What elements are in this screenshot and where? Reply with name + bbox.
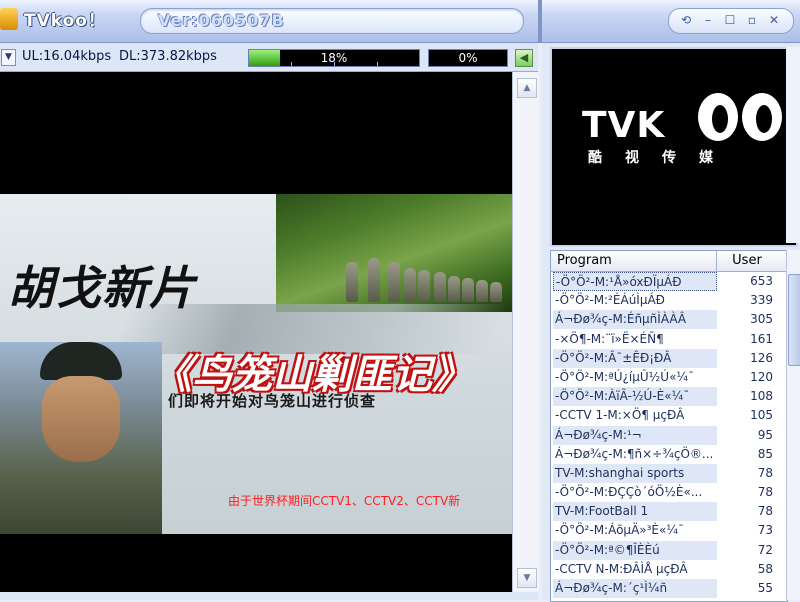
scroll-down-icon[interactable]: ▼ (517, 568, 537, 588)
channel-user-count: 78 (757, 504, 773, 519)
channel-program: -×Ö¶-M:¨ï»Ë×ÉÑ¶ (553, 329, 717, 349)
actor-image (0, 342, 162, 534)
video-scrollbar[interactable]: ▲ ▼ (512, 72, 539, 592)
channel-program: -Ö°Ö²-M:¹Å»óxÐÏµÁÐ (553, 272, 717, 291)
channel-program: TV-M:FootBall 1 (553, 502, 717, 522)
tvkoo-logo-subtitle: 酷视传媒 (588, 150, 736, 166)
channel-user-count: 58 (757, 561, 773, 576)
dropdown-arrow-icon[interactable]: ▼ (1, 49, 16, 66)
channel-user-count: 161 (750, 331, 773, 346)
channel-program: Á¬Ðø¾ç-M:´ç¹Ì¼ñ (553, 579, 717, 598)
channel-program: -Ö°Ö²-M:ÁõµÄ»³È«¼¯ (553, 521, 717, 541)
secondary-progress: 0% (428, 49, 508, 67)
channel-program: -Ö°Ö²-M:ÐÇÇò´óÖ½È«... (553, 483, 717, 503)
news-ticker: 由于世界杯期间CCTV1、CCTV2、CCTV新 (228, 494, 461, 508)
channel-row[interactable]: -Ö°Ö²-M:ÀïÃ-½Ú-È«¼¯ 108 (551, 387, 777, 407)
status-bar: ▼ UL:16.04kbps DL:373.82kbps 18% 0% ◀ (0, 43, 538, 72)
channel-row[interactable]: TV-M:shanghai sports 78 (551, 463, 777, 483)
channel-row[interactable]: -CCTV 1-M:×Ö¶ µçÐÂ 105 (551, 406, 777, 426)
channel-user-count: 339 (750, 293, 773, 308)
close-icon[interactable]: ✕ (767, 13, 781, 27)
list-header: Program User (551, 251, 787, 272)
channel-user-count: 72 (757, 542, 773, 557)
channel-row[interactable]: TV-M:FootBall 1 78 (551, 502, 777, 522)
list-scrollbar[interactable] (786, 250, 800, 600)
header-user[interactable]: User (717, 251, 777, 271)
channel-user-count: 85 (757, 446, 773, 461)
tvkoo-logo-text: TVK (582, 105, 666, 146)
skin-icon[interactable]: ⟲ (679, 13, 693, 27)
channel-user-count: 78 (757, 485, 773, 500)
channel-program: -Ö°Ö²-M:²ÉÁúÌµÁÐ (553, 291, 717, 311)
poster-subtitle: 们即将开始对鸟笼山进行侦查 (168, 392, 377, 410)
header-program[interactable]: Program (551, 251, 717, 271)
channel-user-count: 55 (757, 581, 773, 595)
buffer-percent: 18% (320, 51, 348, 65)
restore-icon[interactable]: ▫ (745, 13, 759, 27)
upload-rate: UL:16.04kbps (22, 49, 112, 64)
app-logo-icon (0, 8, 18, 30)
forest-image (276, 194, 512, 312)
channel-row[interactable]: -Ö°Ö²-M:²ÉÁúÌµÁÐ 339 (551, 291, 777, 311)
scroll-up-icon[interactable]: ▲ (517, 78, 537, 98)
channel-user-count: 78 (757, 465, 773, 480)
green-arrow-icon[interactable]: ◀ (515, 49, 533, 67)
channel-user-count: 305 (750, 312, 773, 327)
channel-program: -CCTV N-M:ÐÂÌÅ µçÐÂ (553, 559, 717, 579)
channel-user-count: 95 (757, 427, 773, 442)
video-player[interactable]: 胡戈新片 《鸟笼山剿匪记》 们即将开始对鸟笼山进行侦查 由于世界杯期间CCTV1… (0, 72, 512, 592)
movie-poster: 胡戈新片 《鸟笼山剿匪记》 们即将开始对鸟笼山进行侦查 (0, 194, 512, 534)
preview-scrollbar[interactable] (786, 47, 800, 243)
channel-program: -CCTV 1-M:×Ö¶ µçÐÂ (553, 406, 717, 426)
channel-user-count: 653 (750, 274, 773, 288)
channel-row[interactable]: -Ö°Ö²-M:Â¯±ÊÐ¡ÐÂ 126 (551, 348, 777, 368)
secondary-percent: 0% (458, 51, 478, 65)
channel-row[interactable]: Á¬Ðø¾ç-M:¶ñ×÷¾çÖ®... 85 (551, 444, 777, 464)
channel-user-count: 73 (757, 523, 773, 538)
buffer-progress: 18% (248, 49, 420, 67)
version-box: Ver:060507B (140, 8, 524, 34)
channel-row[interactable]: -Ö°Ö²-M:¹Å»óxÐÏµÁÐ 653 (551, 272, 777, 291)
channel-row[interactable]: Á¬Ðø¾ç-M:É﻿ñµñÌÀÀÂ 305 (551, 310, 777, 330)
channel-rows: -Ö°Ö²-M:¹Å»óxÐÏµÁÐ 653 -Ö°Ö²-M:²ÉÁúÌµÁÐ 339… (551, 272, 777, 598)
channel-row[interactable]: -CCTV N-M:ÐÂÌÅ µçÐÂ 58 (551, 559, 777, 579)
channel-program: -Ö°Ö²-M:Â¯±ÊÐ¡ÐÂ (553, 348, 717, 368)
channel-row[interactable]: -Ö°Ö²-M:ÁõµÄ»³È«¼¯ 73 (551, 521, 777, 541)
minimize-small-icon[interactable]: – (701, 13, 715, 27)
window-controls: ⟲ – ☐ ▫ ✕ (668, 8, 794, 34)
title-bar: TVkoo！ Ver:060507B ⟲ – ☐ ▫ ✕ (0, 0, 800, 43)
download-rate: DL:373.82kbps (119, 49, 217, 64)
tvkoo-eyes-icon (698, 93, 788, 143)
channel-program: TV-M:shanghai sports (553, 463, 717, 483)
list-scroll-thumb[interactable] (788, 274, 800, 366)
preview-window: TVK 酷视传媒 (550, 47, 798, 247)
title-divider (538, 0, 542, 42)
channel-program: -Ö°Ö²-M:ª©¶ÎÈÈú (553, 540, 717, 560)
right-panel: TVK 酷视传媒 Program User -Ö°Ö²-M:¹Å»óxÐÏµÁÐ… (542, 43, 800, 602)
channel-row[interactable]: Á¬Ðø¾ç-M:´ç¹Ì¼ñ 55 (551, 579, 777, 598)
channel-program: Á¬Ðø¾ç-M:¶ñ×÷¾çÖ®... (553, 444, 717, 464)
bottom-border (0, 592, 538, 600)
channel-row[interactable]: Á¬Ðø¾ç-M:¹¬ 95 (551, 425, 777, 445)
channel-user-count: 108 (750, 389, 773, 404)
app-title: TVkoo！ (24, 11, 106, 31)
channel-program: Á¬Ðø¾ç-M:É﻿ñµñÌÀÀÂ (553, 310, 717, 330)
channel-row[interactable]: -Ö°Ö²-M:ªÚ¿íµÛ½Ú«¼¯ 120 (551, 367, 777, 387)
channel-row[interactable]: -Ö°Ö²-M:ÐÇÇò´óÖ½È«... 78 (551, 483, 777, 503)
poster-title: 胡戈新片 (8, 261, 196, 315)
channel-user-count: 105 (750, 408, 773, 423)
channel-user-count: 120 (750, 369, 773, 384)
channel-user-count: 126 (750, 350, 773, 365)
channel-row[interactable]: -×Ö¶-M:¨ï»Ë×ÉÑ¶ 161 (551, 329, 777, 349)
channel-program: -Ö°Ö²-M:ÀïÃ-½Ú-È«¼¯ (553, 387, 717, 407)
channel-list: Program User -Ö°Ö²-M:¹Å»óxÐÏµÁÐ 653 -Ö°Ö²-… (550, 250, 788, 602)
maximize-icon[interactable]: ☐ (723, 13, 737, 27)
version-text: Ver:060507B (158, 11, 285, 30)
channel-row[interactable]: -Ö°Ö²-M:ª©¶ÎÈÈú 72 (551, 540, 777, 560)
channel-program: Á¬Ðø¾ç-M:¹¬ (553, 425, 717, 445)
channel-program: -Ö°Ö²-M:ªÚ¿íµÛ½Ú«¼¯ (553, 367, 717, 387)
